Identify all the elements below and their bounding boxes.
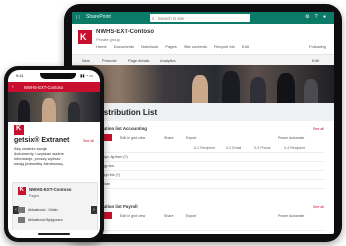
news-title: Aktualności - Getsix bbox=[28, 208, 58, 212]
logo-glyph: K bbox=[16, 125, 22, 132]
news-title: Aktualności Bydgoszcz bbox=[28, 218, 63, 222]
share-button[interactable]: Share bbox=[164, 214, 174, 218]
col-phone[interactable]: 0-3 Phone bbox=[254, 146, 271, 150]
news-item[interactable]: Aktualności Bydgoszcz bbox=[18, 217, 92, 224]
col-recipient[interactable]: 0-1 Recipient bbox=[194, 146, 215, 150]
brand-title: getsix® Extranet bbox=[14, 137, 70, 144]
search-box[interactable]: ⌕ Search in site bbox=[150, 14, 250, 22]
cmd-new[interactable]: New bbox=[82, 58, 90, 63]
news-item[interactable]: Aktualności - Getsix bbox=[18, 207, 92, 214]
table-row[interactable]: Item sign Mo (?) bbox=[82, 171, 324, 180]
phone-hero-image bbox=[8, 92, 100, 122]
tablet-device: ∷ SharePoint ⌕ Search in site ⚙ ? ● K NW… bbox=[64, 4, 342, 242]
news-thumbnail bbox=[18, 217, 25, 223]
phone-notch bbox=[40, 73, 76, 79]
app-launcher-icon[interactable]: ∷ bbox=[76, 15, 82, 21]
nav-item-site-contents[interactable]: Site contents bbox=[184, 44, 207, 49]
search-icon: ⌕ bbox=[152, 15, 155, 21]
card-subtitle: Pages bbox=[29, 194, 40, 198]
nav-item-documents[interactable]: Documents bbox=[114, 44, 134, 49]
export-button[interactable]: Export bbox=[186, 214, 196, 218]
suite-bar: ∷ SharePoint ⌕ Search in site ⚙ ? ● bbox=[72, 12, 334, 24]
status-time: 9:41 bbox=[16, 73, 24, 78]
table-row[interactable]: Item sign, fig Item (?) bbox=[82, 153, 324, 162]
hero-image bbox=[72, 65, 334, 103]
home-indicator[interactable] bbox=[38, 233, 70, 235]
card-title: NWHS-EXT-Contoso bbox=[29, 187, 72, 192]
power-automate-button[interactable]: Power Automate bbox=[278, 136, 304, 140]
table-header-row bbox=[82, 222, 324, 231]
news-thumbnail bbox=[18, 207, 25, 213]
suite-bar-icons[interactable]: ⚙ ? ● bbox=[305, 14, 328, 20]
site-card[interactable]: K NWHS-EXT-Contoso Pages ‹ › Aktualności… bbox=[12, 182, 98, 232]
cmd-page-details[interactable]: Page details bbox=[128, 58, 149, 63]
table-header-row: Title 0-1 Recipient 0-2 Email 0-3 Phone … bbox=[82, 144, 324, 153]
status-icons: ▮▮ ◔ ▭ bbox=[80, 73, 93, 78]
site-nav: Home Documents Notebook Pages Site conte… bbox=[96, 44, 331, 49]
nav-item-notebook[interactable]: Notebook bbox=[141, 44, 158, 49]
see-all-link-payroll[interactable]: See all bbox=[313, 205, 324, 209]
cmd-promote[interactable]: Promote bbox=[102, 58, 117, 63]
edit-grid-button[interactable]: Edit in grid view bbox=[120, 214, 145, 218]
col-recipient-2[interactable]: 0-4 Recipient bbox=[284, 146, 305, 150]
site-logo[interactable]: K bbox=[78, 30, 92, 44]
app-name[interactable]: SharePoint bbox=[86, 14, 111, 20]
edit-grid-button[interactable]: Edit in grid view bbox=[120, 136, 145, 140]
see-all-link[interactable]: See all bbox=[83, 139, 94, 143]
list-table-payroll bbox=[82, 222, 324, 234]
phone-header: ‹ NWHS-EXT-Contoso bbox=[8, 82, 100, 92]
phone-header-title: NWHS-EXT-Contoso bbox=[24, 84, 64, 90]
page-header: 0-0 Distribution List bbox=[72, 103, 334, 121]
list-table-accounting: Title 0-1 Recipient 0-2 Email 0-3 Phone … bbox=[82, 144, 324, 190]
export-button[interactable]: Export bbox=[186, 136, 196, 140]
intro-text: Aby znaleźć swoje dokumenty i uzyskać wa… bbox=[14, 146, 64, 166]
nav-item-edit[interactable]: Edit bbox=[242, 44, 249, 49]
phone-screen: 9:41 ▮▮ ◔ ▭ ‹ NWHS-EXT-Contoso K getsix®… bbox=[8, 70, 100, 238]
table-row[interactable]: Work plan bbox=[82, 180, 324, 189]
see-all-link-accounting[interactable]: See all bbox=[313, 127, 324, 131]
brand-logo: K bbox=[14, 125, 24, 135]
cmd-edit[interactable]: Edit bbox=[312, 58, 319, 63]
logo-glyph: K bbox=[80, 32, 87, 42]
site-title[interactable]: NWHS-EXT-Contoso bbox=[96, 29, 154, 35]
list-toolbar-payroll: New Edit in grid view Share Export Power… bbox=[82, 212, 324, 219]
cmd-analytics[interactable]: Analytics bbox=[160, 58, 176, 63]
nav-item-recycle-bin[interactable]: Recycle bin bbox=[214, 44, 235, 49]
site-header: K NWHS-EXT-Contoso Private group Home Do… bbox=[72, 24, 334, 54]
power-automate-button[interactable]: Power Automate bbox=[278, 214, 304, 218]
search-placeholder: Search in site bbox=[158, 15, 185, 21]
list-toolbar-accounting: New Edit in grid view Share Export Power… bbox=[82, 134, 324, 141]
logo-glyph: K bbox=[19, 187, 24, 193]
table-row[interactable]: Strategy doc bbox=[82, 162, 324, 171]
nav-item-pages[interactable]: Pages bbox=[165, 44, 176, 49]
col-email[interactable]: 0-2 Email bbox=[226, 146, 241, 150]
share-button[interactable]: Share bbox=[164, 136, 174, 140]
site-privacy: Private group bbox=[96, 37, 120, 42]
phone-device: 9:41 ▮▮ ◔ ▭ ‹ NWHS-EXT-Contoso K getsix®… bbox=[4, 66, 104, 242]
card-logo: K bbox=[18, 187, 26, 195]
follow-button[interactable]: Following bbox=[309, 44, 326, 49]
back-icon[interactable]: ‹ bbox=[12, 84, 14, 90]
tablet-screen: ∷ SharePoint ⌕ Search in site ⚙ ? ● K NW… bbox=[72, 12, 334, 234]
nav-item-home[interactable]: Home bbox=[96, 44, 107, 49]
home-indicator-area bbox=[8, 230, 100, 238]
